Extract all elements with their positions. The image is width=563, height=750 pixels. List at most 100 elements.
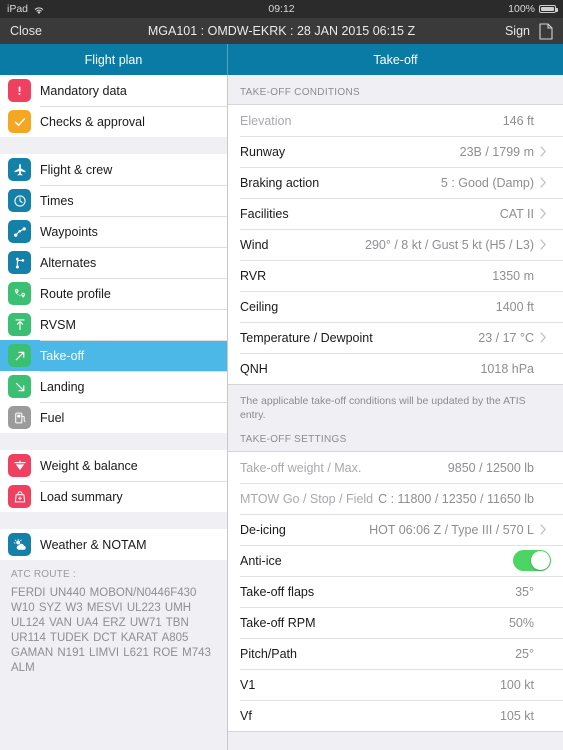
sidebar-item-label: RVSM bbox=[40, 317, 76, 332]
chevron-right-icon bbox=[540, 239, 551, 250]
document-icon[interactable] bbox=[539, 22, 553, 40]
atc-route-section: ATC ROUTE : FERDI UN440 MOBON/N0446F430 … bbox=[0, 560, 227, 750]
row-value: 290° / 8 kt / Gust 5 kt (H5 / L3) bbox=[365, 237, 534, 252]
sidebar-item-load-summary[interactable]: Load summary bbox=[0, 481, 227, 512]
sidebar-item-times[interactable]: Times bbox=[0, 185, 227, 216]
tab-take-off-label: Take-off bbox=[373, 52, 418, 67]
sign-button[interactable]: Sign bbox=[505, 24, 530, 38]
row-label: De-icing bbox=[240, 522, 286, 537]
tab-flight-plan[interactable]: Flight plan bbox=[0, 44, 228, 75]
scale-icon bbox=[8, 454, 31, 477]
status-bar-right: 100% bbox=[508, 3, 558, 15]
sidebar-item-landing[interactable]: Landing bbox=[0, 371, 227, 402]
row-label: Temperature / Dewpoint bbox=[240, 330, 373, 345]
status-bar-clock: 09:12 bbox=[268, 3, 295, 15]
row-temperature-dewpoint[interactable]: Temperature / Dewpoint 23 / 17 °C bbox=[228, 322, 563, 353]
row-take-off-flaps: Take-off flaps 35° bbox=[228, 576, 563, 607]
row-runway[interactable]: Runway 23B / 1799 m bbox=[228, 136, 563, 167]
row-value: 25° bbox=[515, 646, 534, 661]
sidebar-item-route-profile[interactable]: Route profile bbox=[0, 278, 227, 309]
tab-bar: Flight plan Take-off bbox=[0, 44, 563, 75]
row-value: 100 kt bbox=[499, 677, 534, 692]
row-value: 50% bbox=[508, 615, 534, 630]
take-off-settings-header: TAKE-OFF SETTINGS bbox=[240, 434, 347, 445]
row-value: 1350 m bbox=[492, 268, 534, 283]
row-label: Take-off weight / Max. bbox=[240, 460, 362, 475]
row-braking-action[interactable]: Braking action 5 : Good (Damp) bbox=[228, 167, 563, 198]
battery-icon bbox=[539, 5, 558, 13]
sidebar-item-checks-approval[interactable]: Checks & approval bbox=[0, 106, 227, 137]
row-label: Braking action bbox=[240, 175, 320, 190]
sidebar-item-alternates[interactable]: Alternates bbox=[0, 247, 227, 278]
sidebar-item-label: Fuel bbox=[40, 410, 65, 425]
row-label: RVR bbox=[240, 268, 267, 283]
take-off-conditions-header: TAKE-OFF CONDITIONS bbox=[240, 87, 360, 98]
sidebar: Mandatory data Checks & approval Flight & … bbox=[0, 75, 228, 750]
row-value: C : 11800 / 12350 / 11650 lb bbox=[378, 491, 534, 506]
sidebar-item-waypoints[interactable]: Waypoints bbox=[0, 216, 227, 247]
chevron-right-icon bbox=[540, 146, 551, 157]
row-ceiling: Ceiling 1400 ft bbox=[228, 291, 563, 322]
sidebar-item-fuel[interactable]: Fuel bbox=[0, 402, 227, 433]
waypoints-icon bbox=[8, 220, 31, 243]
sidebar-item-label: Weight & balance bbox=[40, 458, 138, 473]
sidebar-item-weight-balance[interactable]: Weight & balance bbox=[0, 450, 227, 481]
row-pitch-path: Pitch/Path 25° bbox=[228, 638, 563, 669]
fuel-pump-icon bbox=[8, 406, 31, 429]
row-value: 35° bbox=[515, 584, 534, 599]
sidebar-item-mandatory-data[interactable]: Mandatory data bbox=[0, 75, 227, 106]
title-bar-actions: Sign bbox=[505, 22, 553, 40]
content-area: Mandatory data Checks & approval Flight & … bbox=[0, 75, 563, 750]
row-de-icing[interactable]: De-icing HOT 06:06 Z / Type III / 570 L bbox=[228, 514, 563, 545]
chevron-right-icon bbox=[540, 332, 551, 343]
row-value: 1018 hPa bbox=[480, 361, 534, 376]
sidebar-item-label: Landing bbox=[40, 379, 85, 394]
row-rvr: RVR 1350 m bbox=[228, 260, 563, 291]
row-label: MTOW Go / Stop / Field bbox=[240, 491, 374, 506]
anti-ice-toggle[interactable] bbox=[513, 550, 551, 571]
row-vf: Vf 105 kt bbox=[228, 700, 563, 731]
sidebar-item-flight-crew[interactable]: Flight & crew bbox=[0, 154, 227, 185]
row-label: V1 bbox=[240, 677, 256, 692]
sidebar-group: Weather & NOTAM bbox=[0, 529, 227, 560]
sidebar-item-label: Checks & approval bbox=[40, 114, 145, 129]
row-mtow-go-stop-field: MTOW Go / Stop / Field C : 11800 / 12350 … bbox=[228, 483, 563, 514]
row-label: Elevation bbox=[240, 113, 292, 128]
status-bar: iPad 09:12 100% bbox=[0, 0, 563, 18]
row-label: Anti-ice bbox=[240, 553, 282, 568]
chevron-right-icon bbox=[540, 208, 551, 219]
take-off-settings-list: Take-off weight / Max. 9850 / 12500 lb MTO… bbox=[228, 451, 563, 732]
sidebar-item-rvsm[interactable]: RVSM bbox=[0, 309, 227, 340]
tab-take-off[interactable]: Take-off bbox=[228, 44, 563, 75]
sidebar-item-label: Weather & NOTAM bbox=[40, 537, 147, 552]
takeoff-arrow-icon bbox=[8, 344, 31, 367]
sidebar-item-weather-notam[interactable]: Weather & NOTAM bbox=[0, 529, 227, 560]
row-value: 5 : Good (Damp) bbox=[440, 175, 534, 190]
atc-route-text: FERDI UN440 MOBON/N0446F430 W10 SYZ W3 M… bbox=[11, 587, 211, 674]
sidebar-item-label: Route profile bbox=[40, 286, 111, 301]
row-label: Ceiling bbox=[240, 299, 279, 314]
row-label: Take-off flaps bbox=[240, 584, 315, 599]
row-value: 1400 ft bbox=[495, 299, 534, 314]
sidebar-item-label: Mandatory data bbox=[40, 83, 127, 98]
row-label: Runway bbox=[240, 144, 286, 159]
row-label: QNH bbox=[240, 361, 268, 376]
sidebar-item-label: Flight & crew bbox=[40, 162, 113, 177]
up-arrow-icon bbox=[8, 313, 31, 336]
airplane-icon bbox=[8, 158, 31, 181]
row-anti-ice[interactable]: Anti-ice bbox=[228, 545, 563, 576]
chevron-right-icon bbox=[540, 177, 551, 188]
take-off-conditions-list: Elevation 146 ft Runway 23B / 1799 m Braking… bbox=[228, 104, 563, 385]
close-button[interactable]: Close bbox=[10, 24, 42, 38]
sidebar-group-separator bbox=[0, 512, 227, 529]
row-v1: V1 100 kt bbox=[228, 669, 563, 700]
row-facilities[interactable]: Facilities CAT II bbox=[228, 198, 563, 229]
row-take-off-rpm: Take-off RPM 50% bbox=[228, 607, 563, 638]
title-bar: Close MGA101 : OMDW-EKRK : 28 JAN 2015 0… bbox=[0, 18, 563, 44]
row-label: Pitch/Path bbox=[240, 646, 297, 661]
row-wind[interactable]: Wind 290° / 8 kt / Gust 5 kt (H5 / L3) bbox=[228, 229, 563, 260]
tab-flight-plan-label: Flight plan bbox=[84, 52, 143, 67]
atis-note: The applicable take-off conditions will … bbox=[240, 395, 526, 421]
sidebar-item-take-off[interactable]: Take-off bbox=[0, 340, 227, 371]
clock-icon bbox=[8, 189, 31, 212]
